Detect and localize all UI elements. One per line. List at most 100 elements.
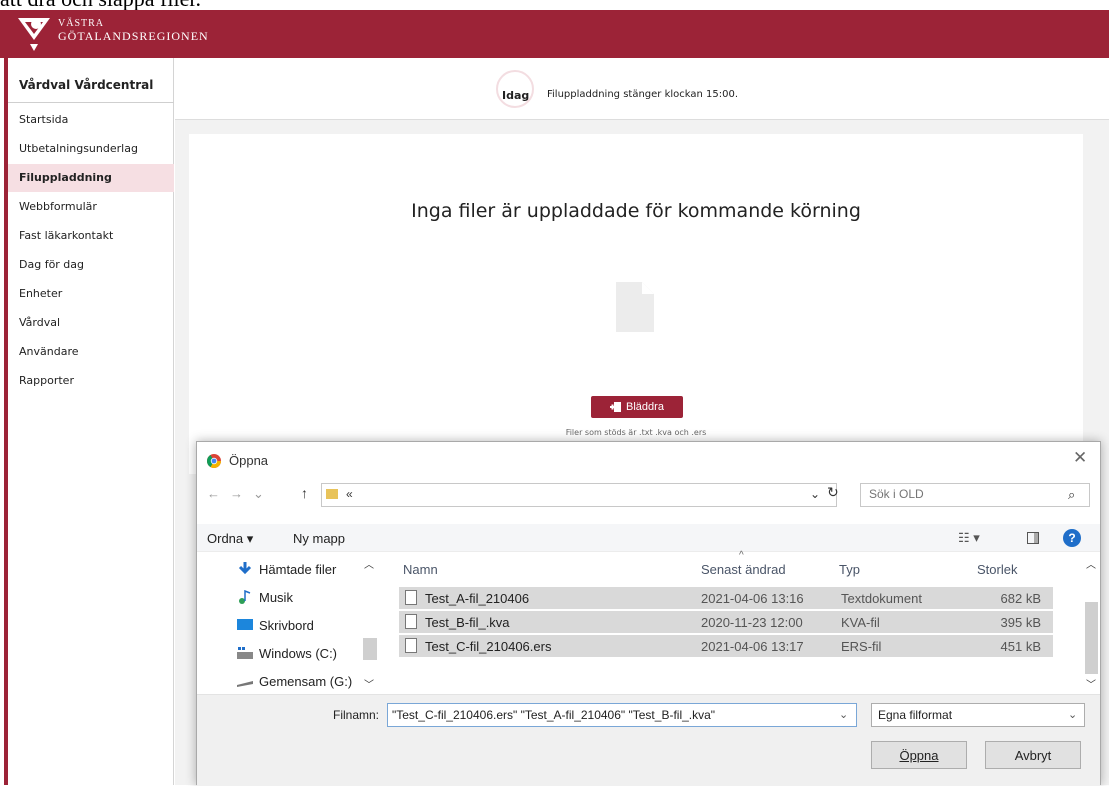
recent-dropdown-icon[interactable]: ⌄ xyxy=(253,486,264,502)
new-folder-button[interactable]: Ny mapp xyxy=(293,531,345,546)
file-type-filter[interactable]: Egna filformat ⌄ xyxy=(871,703,1085,727)
empty-file-icon xyxy=(616,282,654,332)
sidebar-item-vardval[interactable]: Vårdval xyxy=(8,309,174,337)
view-options-icon[interactable]: ☷ ▾ xyxy=(958,530,980,546)
chevron-down-icon: ⌄ xyxy=(1068,709,1078,721)
scroll-thumb[interactable] xyxy=(363,638,377,660)
no-files-heading: Inga filer är uppladdade för kommande kö… xyxy=(411,200,861,222)
nav-item-label: Skrivbord xyxy=(259,617,314,633)
file-modified: 2021-04-06 13:17 xyxy=(701,639,804,654)
dialog-footer: Filnamn: ⌄ Egna filformat ⌄ Öppna Avbryt xyxy=(197,694,1100,786)
column-header-modified[interactable]: Senast ändrad xyxy=(701,562,786,577)
search-input[interactable] xyxy=(869,487,1049,501)
network-drive-icon xyxy=(237,681,253,687)
file-type: Textdokument xyxy=(841,591,922,606)
nav-item-drive-c[interactable]: Windows (C:) xyxy=(237,642,337,664)
cancel-button[interactable]: Avbryt xyxy=(985,741,1081,769)
filename-dropdown-icon[interactable]: ⌄ xyxy=(839,708,848,721)
download-arrow-icon xyxy=(238,562,252,575)
file-type-filter-value: Egna filformat xyxy=(878,708,953,722)
sidebar-item-fast-lakarkontakt[interactable]: Fast läkarkontakt xyxy=(8,222,174,250)
sort-caret-icon: ^ xyxy=(739,550,744,561)
sidebar-item-webbformular[interactable]: Webbformulär xyxy=(8,193,174,221)
scroll-down-icon[interactable]: ﹀ xyxy=(364,676,374,691)
desktop-icon xyxy=(237,619,253,630)
sidebar-item-anvandare[interactable]: Användare xyxy=(8,338,174,366)
file-name: Test_A-fil_210406 xyxy=(425,591,530,606)
organize-menu[interactable]: Ordna ▾ xyxy=(207,531,253,547)
drive-icon xyxy=(237,647,253,659)
file-size: 451 kB xyxy=(1000,639,1041,654)
sidebar-divider xyxy=(8,102,174,103)
file-add-icon xyxy=(610,402,622,412)
nav-item-label: Gemensam (G:) xyxy=(259,673,353,689)
nav-item-downloads[interactable]: Hämtade filer xyxy=(237,558,336,580)
file-list-scrollbar[interactable]: ︿ ﹀ xyxy=(1083,552,1100,692)
dialog-close-icon[interactable]: ✕ xyxy=(1073,448,1087,468)
blank-file-icon xyxy=(405,614,417,629)
nav-pane-scrollbar[interactable]: ︿ ﹀ xyxy=(361,552,379,692)
file-list: ^ Namn Senast ändrad Typ Storlek Test_A-… xyxy=(383,550,1083,692)
search-box: ⌕ xyxy=(860,483,1090,507)
file-type: ERS-fil xyxy=(841,639,882,654)
browse-button[interactable]: Bläddra xyxy=(591,396,683,418)
sidebar-item-filuppladdning[interactable]: Filuppladdning xyxy=(8,164,174,192)
search-icon[interactable]: ⌕ xyxy=(1068,487,1075,503)
file-row[interactable]: Test_B-fil_.kva 2020-11-23 12:00 KVA-fil… xyxy=(399,611,1053,633)
nav-item-desktop[interactable]: Skrivbord xyxy=(237,614,314,636)
scroll-up-icon[interactable]: ︿ xyxy=(364,556,374,571)
scroll-thumb[interactable] xyxy=(1085,602,1098,674)
filename-input[interactable] xyxy=(387,703,857,727)
sidebar-item-enheter[interactable]: Enheter xyxy=(8,280,174,308)
forward-arrow-icon[interactable]: → xyxy=(230,486,243,502)
open-button[interactable]: Öppna xyxy=(871,741,967,769)
brand-line-2: GÖTALANDSREGIONEN xyxy=(58,29,209,43)
scroll-down-icon[interactable]: ﹀ xyxy=(1086,676,1096,691)
file-modified: 2021-04-06 13:16 xyxy=(701,591,804,606)
open-file-dialog: Öppna ✕ ← → ⌄ ↑ « ⌄ ↻ ⌕ Ordna ▾ Ny mapp … xyxy=(196,441,1101,786)
sidebar: Vårdval Vårdcentral Startsida Utbetalnin… xyxy=(8,58,174,785)
info-bar: Idag Filuppladdning stänger klockan 15:0… xyxy=(175,58,1109,120)
folder-icon xyxy=(326,489,338,499)
filename-label: Filnamn: xyxy=(333,708,380,722)
address-dropdown-icon[interactable]: ⌄ xyxy=(810,487,820,501)
brand-line-1: VÄSTRA xyxy=(58,18,105,29)
supported-formats: Filer som stöds är .txt .kva och .ers xyxy=(565,428,707,437)
upload-card: Inga filer är uppladdade för kommande kö… xyxy=(189,134,1083,474)
column-header-type[interactable]: Typ xyxy=(839,562,860,577)
today-label: Idag xyxy=(502,89,530,102)
back-arrow-icon[interactable]: ← xyxy=(207,486,220,502)
nav-item-label: Hämtade filer xyxy=(259,561,337,577)
up-arrow-icon[interactable]: ↑ xyxy=(301,485,308,501)
sidebar-item-utbetalningsunderlag[interactable]: Utbetalningsunderlag xyxy=(8,135,174,163)
help-icon[interactable]: ? xyxy=(1063,529,1081,547)
file-row[interactable]: Test_A-fil_210406 2021-04-06 13:16 Textd… xyxy=(399,587,1053,609)
blank-file-icon xyxy=(405,638,417,653)
file-size: 682 kB xyxy=(1000,591,1041,606)
file-row[interactable]: Test_C-fil_210406.ers 2021-04-06 13:17 E… xyxy=(399,635,1053,657)
column-header-size[interactable]: Storlek xyxy=(977,562,1017,577)
nav-item-label: Windows (C:) xyxy=(259,645,338,661)
column-header-name[interactable]: Namn xyxy=(403,562,438,577)
address-chevron: « xyxy=(346,487,353,501)
scroll-up-icon[interactable]: ︿ xyxy=(1086,556,1096,571)
sidebar-item-dag-for-dag[interactable]: Dag för dag xyxy=(8,251,174,279)
text-file-icon xyxy=(405,590,417,605)
browse-button-label: Bläddra xyxy=(626,401,664,413)
file-name: Test_C-fil_210406.ers xyxy=(425,639,552,654)
top-bar: VÄSTRA GÖTALANDSREGIONEN xyxy=(0,10,1109,58)
preview-pane-icon[interactable] xyxy=(1027,532,1039,544)
page-top-text: att dra och släppa filer. xyxy=(0,0,201,11)
region-logo[interactable]: VÄSTRA GÖTALANDSREGIONEN xyxy=(16,16,216,52)
dialog-title: Öppna xyxy=(229,453,269,468)
nav-item-music[interactable]: Musik xyxy=(237,586,293,608)
upload-closing-message: Filuppladdning stänger klockan 15:00. xyxy=(547,89,739,100)
address-bar[interactable]: « ⌄ xyxy=(321,483,837,507)
nav-item-drive-g[interactable]: Gemensam (G:) xyxy=(237,670,352,692)
sidebar-item-startsida[interactable]: Startsida xyxy=(8,106,174,134)
file-type: KVA-fil xyxy=(841,615,880,630)
refresh-icon[interactable]: ↻ xyxy=(827,484,839,501)
sidebar-item-rapporter[interactable]: Rapporter xyxy=(8,367,174,395)
chrome-icon xyxy=(207,454,221,468)
music-icon xyxy=(239,590,251,604)
